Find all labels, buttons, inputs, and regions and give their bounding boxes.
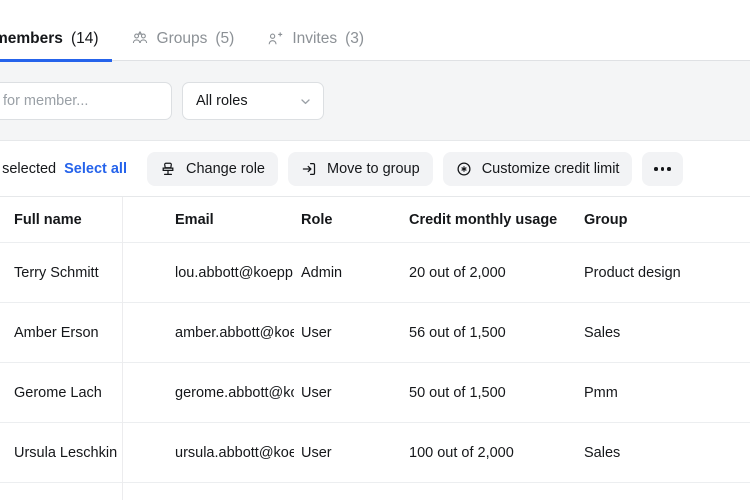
table-row[interactable]: Terry Schmitt lou.abbott@koepp.com Admin… [0,243,750,303]
customize-credit-limit-label: Customize credit limit [481,161,620,177]
cell-credit-monthly-usage: 56 out of 1,500 [409,325,506,341]
selected-count-label: 2 selected [0,161,57,177]
cell-group: Sales [584,445,621,461]
cell-credit-monthly-usage: 100 out of 2,000 [409,445,514,461]
role-filter-select[interactable]: All roles [182,82,324,120]
tab-invites[interactable]: Invites (3) [250,17,380,61]
cell-full-name: Gerome Lach [0,385,122,401]
active-tab-underline [0,59,112,62]
tab-groups-label: Groups [156,30,208,47]
tab-all-members-count: (14) [70,30,99,47]
column-header-credit-monthly-usage: Credit monthly usage [409,212,558,228]
column-header-email: Email [175,212,214,228]
tab-groups[interactable]: Groups (5) [115,17,251,61]
table-row-partial[interactable] [0,483,750,500]
tab-all-members-label: members [0,30,63,47]
cell-full-name: Amber Erson [0,325,122,341]
move-to-group-label: Move to group [326,161,420,177]
cell-credit-monthly-usage: 50 out of 1,500 [409,385,506,401]
bulk-action-bar: 2 selected Select all Change role Move t… [0,141,750,197]
table-row[interactable]: Ursula Leschkin ursula.abbott@koepp.com … [0,423,750,483]
cell-role: User [301,325,332,341]
tab-bar: members (14) Groups (5) Invites (3) [0,0,750,62]
credit-limit-icon [456,161,473,178]
cell-group: Product design [584,265,681,281]
cell-role: User [301,445,332,461]
change-role-button[interactable]: Change role [146,152,278,186]
search-field-wrapper [0,82,172,120]
cell-role: Admin [301,265,343,281]
column-header-role: Role [301,212,333,228]
select-all-link[interactable]: Select all [64,161,127,177]
move-to-group-icon [301,161,318,178]
column-header-group: Group [584,212,628,228]
search-input[interactable] [0,82,172,120]
column-header-full-name: Full name [0,212,122,228]
chevron-down-icon [299,95,312,108]
tab-invites-count: (3) [345,30,365,47]
selection-info: 2 selected Select all [0,161,127,177]
stamp-icon [160,161,177,178]
cell-email: gerome.abbott@koepp.com [175,385,294,401]
move-to-group-button[interactable]: Move to group [287,152,433,186]
cell-role: User [301,385,332,401]
people-icon [131,30,149,48]
members-management-screen: members (14) Groups (5) Invites (3) Sear… [0,0,750,500]
cell-full-name: Terry Schmitt [0,265,122,281]
cell-email: amber.abbott@koepp.com [175,325,294,341]
ellipsis-icon [654,167,671,171]
tab-groups-count: (5) [215,30,235,47]
cell-email: lou.abbott@koepp.com [175,265,294,281]
filter-toolbar: All roles [0,61,750,141]
members-table: Full name Email Role Credit monthly usag… [0,197,750,500]
cell-group: Pmm [584,385,618,401]
cell-email: ursula.abbott@koepp.com [175,445,294,461]
role-filter-value: All roles [196,93,248,109]
sticky-column-divider [122,197,123,500]
role-filter-wrapper: All roles [182,82,324,120]
change-role-label: Change role [185,161,265,177]
customize-credit-limit-button[interactable]: Customize credit limit [442,152,633,186]
person-add-icon [266,30,284,48]
cell-full-name: Ursula Leschkin [0,445,122,461]
cell-group: Sales [584,325,621,341]
tab-invites-label: Invites [292,30,338,47]
cell-credit-monthly-usage: 20 out of 2,000 [409,265,506,281]
tab-all-members[interactable]: members (14) [0,17,115,62]
table-header-row: Full name Email Role Credit monthly usag… [0,197,750,243]
more-actions-button[interactable] [642,152,683,186]
table-row[interactable]: Gerome Lach gerome.abbott@koepp.com User… [0,363,750,423]
table-row[interactable]: Amber Erson amber.abbott@koepp.com User … [0,303,750,363]
